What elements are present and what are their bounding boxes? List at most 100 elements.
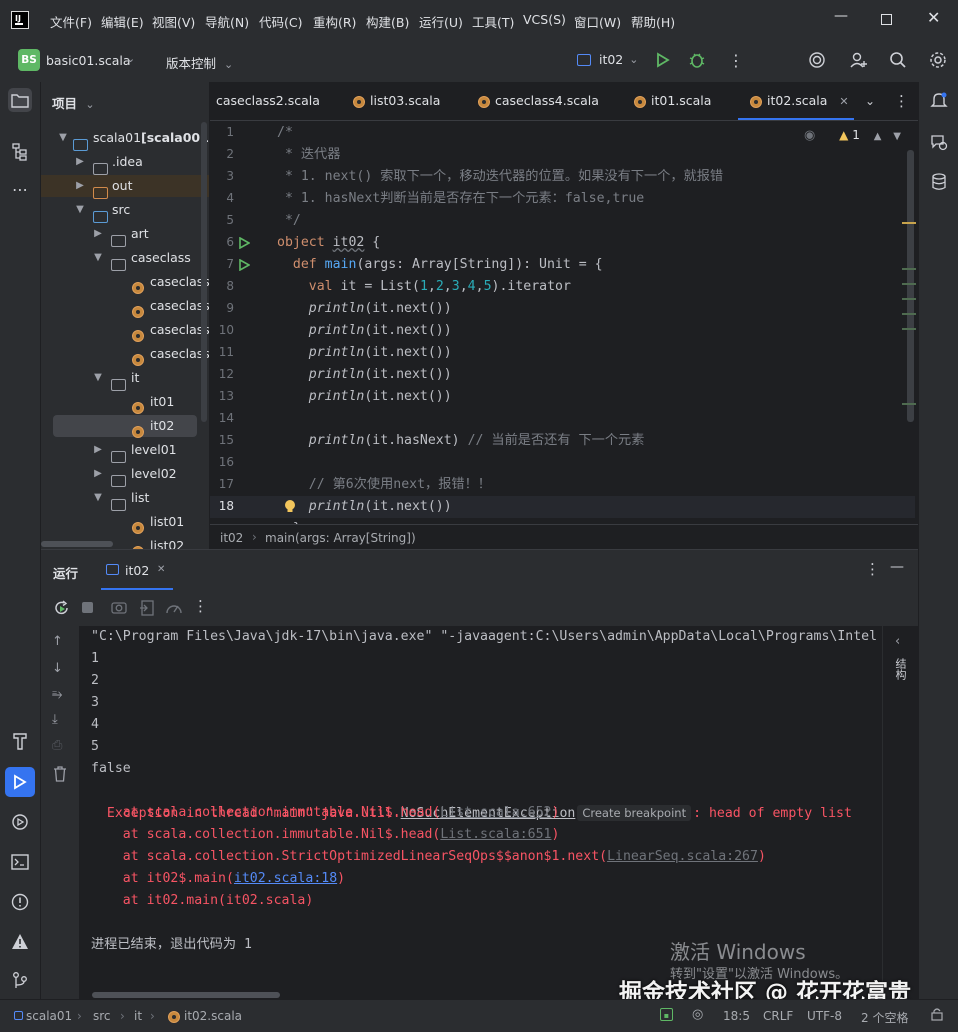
- structure-icon[interactable]: [8, 140, 32, 164]
- tab-it01[interactable]: it01.scala: [634, 82, 711, 120]
- tree-item-out[interactable]: ▶ out: [41, 175, 209, 199]
- settings-gear-icon[interactable]: [928, 50, 948, 74]
- menu-navigate[interactable]: 导航(N): [205, 12, 249, 31]
- stack-frame-link[interactable]: it02.scala:18: [234, 871, 337, 886]
- maximize-icon[interactable]: [881, 14, 892, 25]
- tree-item-caseclass1[interactable]: caseclass1: [41, 271, 209, 294]
- lock-icon[interactable]: [931, 1007, 943, 1024]
- debug-button[interactable]: [688, 51, 706, 73]
- git-branch-icon[interactable]: [8, 968, 32, 992]
- intention-bulb-icon[interactable]: [284, 499, 296, 518]
- status-path-it[interactable]: it: [134, 1009, 142, 1023]
- inspection-widget[interactable]: ◉ ▲ 1 ▲ ▼: [804, 128, 901, 143]
- minimize-icon[interactable]: —: [834, 8, 848, 24]
- inspection-status-icon[interactable]: ◎: [692, 1007, 703, 1022]
- scroll-up-arrow-icon[interactable]: ↑: [52, 634, 63, 649]
- tree-item-level02[interactable]: ▶ level02: [41, 463, 209, 487]
- caret-position[interactable]: 18:5: [723, 1009, 750, 1023]
- app-logo-icon[interactable]: IJ: [11, 11, 29, 29]
- tree-item-it01[interactable]: it01: [41, 391, 209, 414]
- stack-frame-link[interactable]: List.scala:652: [440, 805, 551, 820]
- tab-list-dropdown-icon[interactable]: ⌄: [865, 82, 875, 120]
- dump-threads-camera-icon[interactable]: [111, 600, 127, 618]
- project-folder-icon[interactable]: [8, 88, 32, 112]
- menu-code[interactable]: 代码(C): [259, 12, 302, 31]
- tree-item-scala01[interactable]: ▼ scala01 [scala001]: [41, 127, 209, 151]
- tab-it02-active[interactable]: it02.scala ✕: [738, 82, 854, 120]
- project-vertical-scrollbar[interactable]: [201, 122, 207, 422]
- tree-item-it02-selected[interactable]: it02: [53, 415, 197, 438]
- close-tab-icon[interactable]: ✕: [157, 564, 165, 575]
- terminal-icon[interactable]: [8, 850, 32, 874]
- tree-item-caseclass[interactable]: ▼ caseclass: [41, 247, 209, 271]
- line-separator[interactable]: CRLF: [763, 1009, 793, 1023]
- code-with-me-icon[interactable]: [808, 51, 826, 73]
- close-tab-icon[interactable]: ✕: [839, 95, 848, 108]
- menu-run[interactable]: 运行(U): [419, 12, 463, 31]
- code-editor[interactable]: /* * 迭代器 * 1. next() 索取下一个，移动迭代器的位置。如果没有…: [272, 121, 904, 524]
- console-horizontal-scrollbar[interactable]: [92, 992, 280, 998]
- tree-item-list[interactable]: ▼ list: [41, 487, 209, 511]
- menu-vcs[interactable]: VCS(S): [523, 12, 566, 27]
- status-path-src[interactable]: src: [93, 1009, 111, 1023]
- next-highlight-icon[interactable]: ▼: [893, 131, 901, 142]
- add-user-icon[interactable]: [849, 51, 869, 73]
- more-tools-icon[interactable]: ⋯: [8, 178, 32, 202]
- run-gutter-icon[interactable]: [238, 258, 251, 275]
- tree-item-list01[interactable]: list01: [41, 511, 209, 534]
- tab-list03[interactable]: list03.scala: [353, 82, 440, 120]
- ai-assistant-icon[interactable]: [927, 130, 951, 154]
- tree-item-level01[interactable]: ▶ level01: [41, 439, 209, 463]
- vcs-widget[interactable]: 版本控制 ⌄: [166, 53, 233, 72]
- scroll-to-end-icon[interactable]: ⤓: [52, 712, 58, 727]
- chevron-left-icon[interactable]: ‹: [895, 634, 900, 649]
- stop-icon[interactable]: [82, 602, 93, 613]
- indent-setting[interactable]: 2 个空格: [861, 1009, 908, 1026]
- menu-build[interactable]: 构建(B): [366, 12, 409, 31]
- restore-layout-icon[interactable]: [139, 600, 155, 620]
- notifications-bell-icon[interactable]: [927, 88, 951, 112]
- close-window-icon[interactable]: ✕: [927, 8, 940, 27]
- tab-caseclass2[interactable]: caseclass2.scala: [216, 82, 320, 120]
- menu-window[interactable]: 窗口(W): [574, 12, 621, 31]
- structure-side-tab[interactable]: 结构: [893, 658, 907, 680]
- project-panel-header[interactable]: 项目 ⌄: [52, 93, 95, 112]
- tree-item-caseclass4[interactable]: caseclass4: [41, 343, 209, 366]
- hide-panel-icon[interactable]: —: [890, 559, 904, 575]
- warning-icon[interactable]: [8, 930, 32, 954]
- more-run-actions-icon[interactable]: ⋮: [193, 597, 208, 615]
- tree-item-src[interactable]: ▼ src: [41, 199, 209, 223]
- status-path-file[interactable]: it02.scala: [168, 1009, 242, 1023]
- breadcrumb-object[interactable]: it02: [220, 531, 243, 545]
- rerun-icon[interactable]: [54, 600, 70, 620]
- profiler-gauge-icon[interactable]: [165, 600, 183, 620]
- status-path-project[interactable]: scala01: [14, 1009, 72, 1023]
- tree-item-caseclass2[interactable]: caseclass2: [41, 295, 209, 318]
- run-tool-icon[interactable]: [5, 767, 35, 797]
- tree-item-art[interactable]: ▶ art: [41, 223, 209, 247]
- more-actions-icon[interactable]: ⋮: [728, 51, 744, 70]
- more-tabs-icon[interactable]: ⋮: [894, 82, 909, 120]
- task-status-icon[interactable]: ▪: [660, 1008, 673, 1021]
- stack-frame-link[interactable]: List.scala:651: [440, 827, 551, 842]
- search-icon[interactable]: [889, 51, 907, 73]
- database-icon[interactable]: [927, 170, 951, 194]
- run-gutter-icon[interactable]: [238, 236, 251, 253]
- stack-frame-link[interactable]: LinearSeq.scala:267: [607, 849, 758, 864]
- build-hammer-icon[interactable]: [8, 729, 32, 753]
- tree-item-idea[interactable]: ▶ .idea: [41, 151, 209, 175]
- file-encoding[interactable]: UTF-8: [807, 1009, 842, 1023]
- clear-trash-icon[interactable]: [53, 766, 67, 786]
- menu-edit[interactable]: 编辑(E): [101, 12, 144, 31]
- breadcrumb-method[interactable]: main(args: Array[String]): [265, 531, 416, 545]
- soft-wrap-icon[interactable]: ⥱: [52, 687, 62, 702]
- menu-file[interactable]: 文件(F): [50, 12, 92, 31]
- previous-highlight-icon[interactable]: ▲: [874, 131, 882, 142]
- menu-view[interactable]: 视图(V): [152, 12, 195, 31]
- menu-refactor[interactable]: 重构(R): [313, 12, 356, 31]
- menu-help[interactable]: 帮助(H): [631, 12, 675, 31]
- run-button[interactable]: [656, 52, 670, 72]
- more-options-icon[interactable]: ⋮: [865, 560, 880, 578]
- services-icon[interactable]: [8, 810, 32, 834]
- tree-item-it[interactable]: ▼ it: [41, 367, 209, 391]
